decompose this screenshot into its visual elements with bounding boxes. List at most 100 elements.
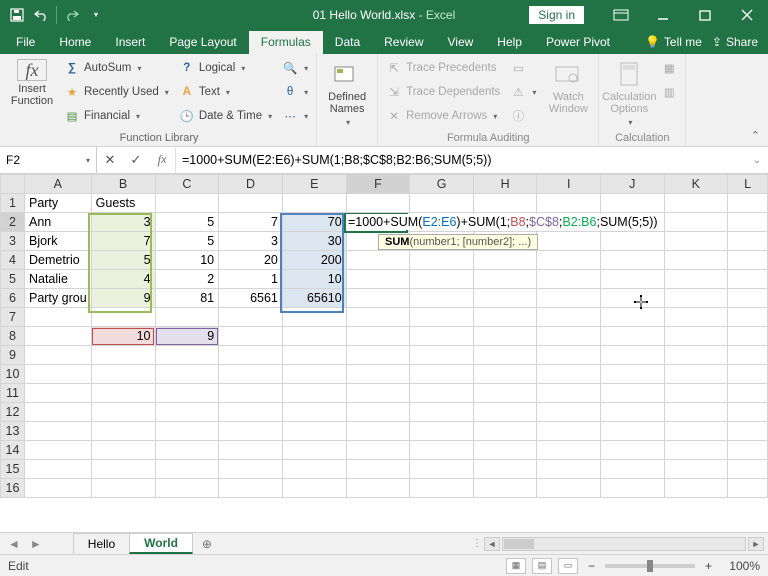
lookup-button[interactable]: 🔍▾ [280, 57, 310, 79]
tell-me-button[interactable]: 💡Tell me [645, 35, 702, 49]
view-page-break-button[interactable]: ▭ [558, 558, 578, 574]
minimize-button[interactable] [642, 0, 684, 29]
scroll-right-button[interactable]: ► [748, 537, 764, 551]
qat-customize-button[interactable]: ▾ [85, 4, 107, 26]
row-header[interactable]: 4 [1, 251, 25, 270]
close-button[interactable] [726, 0, 768, 29]
row-header[interactable]: 15 [1, 460, 25, 479]
row-header[interactable]: 8 [1, 327, 25, 346]
calc-now-button: ▦ [659, 57, 679, 79]
expand-formula-bar-button[interactable]: ⌄ [748, 151, 766, 169]
insert-function-button[interactable]: fx Insert Function [8, 57, 56, 127]
row-header[interactable]: 9 [1, 346, 25, 365]
sheet-nav-prev-icon[interactable]: ◄ [8, 537, 20, 551]
row-header[interactable]: 6 [1, 289, 25, 308]
group-label-calculation: Calculation [605, 132, 679, 146]
row-header[interactable]: 5 [1, 270, 25, 289]
tab-file[interactable]: File [4, 31, 47, 54]
row-header[interactable]: 13 [1, 422, 25, 441]
cancel-edit-button[interactable]: ✕ [97, 147, 123, 173]
sheet-tab-world[interactable]: World [129, 533, 193, 554]
share-button[interactable]: ⇪Share [712, 35, 758, 49]
insert-function-fx-button[interactable]: fx [149, 147, 175, 173]
col-header[interactable]: I [537, 175, 601, 194]
col-header[interactable]: K [664, 175, 728, 194]
scrollbar-thumb[interactable] [504, 539, 534, 549]
status-bar: Edit ▦ ▤ ▭ − + 100% [0, 554, 768, 576]
row-header[interactable]: 12 [1, 403, 25, 422]
zoom-level[interactable]: 100% [722, 559, 760, 573]
date-time-button[interactable]: 🕒Date & Time▾ [177, 105, 274, 127]
more-functions-button[interactable]: ⋯▾ [280, 105, 310, 127]
formula-bar: F2▾ ✕ ✓ fx =1000+SUM(E2:E6)+SUM(1;B8;$C$… [0, 147, 768, 174]
col-header[interactable]: C [155, 175, 219, 194]
sign-in-button[interactable]: Sign in [529, 6, 584, 24]
text-button[interactable]: AText▾ [177, 81, 274, 103]
quick-access-toolbar: ▾ [0, 4, 107, 26]
view-normal-button[interactable]: ▦ [506, 558, 526, 574]
zoom-out-button[interactable]: − [584, 559, 599, 573]
namebox-dropdown-icon[interactable]: ▾ [86, 156, 90, 165]
sheet-tab-hello[interactable]: Hello [73, 533, 130, 554]
defined-names-button[interactable]: Defined Names▾ [323, 57, 371, 129]
theta-icon: θ [282, 84, 298, 100]
tab-help[interactable]: Help [485, 31, 534, 54]
row-header[interactable]: 11 [1, 384, 25, 403]
row-header[interactable]: 16 [1, 479, 25, 498]
group-function-library: fx Insert Function ∑AutoSum▾ ★Recently U… [0, 54, 317, 146]
save-button[interactable] [6, 4, 28, 26]
name-tag-icon [332, 59, 362, 89]
sheet-nav-next-icon[interactable]: ► [30, 537, 42, 551]
col-header[interactable]: B [91, 175, 155, 194]
col-header[interactable]: G [410, 175, 474, 194]
redo-button[interactable] [61, 4, 83, 26]
cell-cursor-icon [634, 295, 648, 309]
select-all-button[interactable] [1, 175, 25, 194]
tab-formulas[interactable]: Formulas [249, 31, 323, 54]
autosum-button[interactable]: ∑AutoSum▾ [62, 57, 171, 79]
math-button[interactable]: θ▾ [280, 81, 310, 103]
tab-review[interactable]: Review [372, 31, 435, 54]
col-header[interactable]: E [282, 175, 346, 194]
split-handle-icon[interactable]: ⋮ [472, 538, 482, 549]
financial-button[interactable]: ▤Financial▾ [62, 105, 171, 127]
tab-insert[interactable]: Insert [103, 31, 157, 54]
zoom-slider[interactable] [605, 564, 695, 568]
undo-button[interactable] [30, 4, 52, 26]
tab-data[interactable]: Data [323, 31, 372, 54]
tab-page-layout[interactable]: Page Layout [157, 31, 248, 54]
name-box[interactable]: F2▾ [0, 147, 97, 173]
col-header[interactable]: H [473, 175, 537, 194]
ribbon-options-button[interactable] [600, 0, 642, 29]
scroll-left-button[interactable]: ◄ [484, 537, 500, 551]
row-header[interactable]: 3 [1, 232, 25, 251]
col-header[interactable]: L [728, 175, 768, 194]
logical-button[interactable]: ?Logical▾ [177, 57, 274, 79]
row-header[interactable]: 1 [1, 194, 25, 213]
worksheet-grid[interactable]: A B C D E F G H I J K L 1PartyGuests 2An… [0, 174, 768, 532]
row-header[interactable]: 2 [1, 213, 25, 232]
col-header[interactable]: F [346, 175, 410, 194]
col-header[interactable]: J [600, 175, 664, 194]
col-header[interactable]: D [219, 175, 283, 194]
tab-view[interactable]: View [436, 31, 486, 54]
inplace-formula-editor[interactable]: =1000+SUM(E2:E6)+SUM(1;B8;$C$8;B2:B6;SUM… [346, 214, 660, 230]
question-icon: ? [179, 60, 195, 76]
maximize-button[interactable] [684, 0, 726, 29]
row-header[interactable]: 14 [1, 441, 25, 460]
confirm-edit-button[interactable]: ✓ [123, 147, 149, 173]
col-header[interactable]: A [24, 175, 91, 194]
tab-power-pivot[interactable]: Power Pivot [534, 31, 622, 54]
zoom-in-button[interactable]: + [701, 559, 716, 573]
fx-icon: fx [17, 59, 47, 81]
add-sheet-button[interactable]: ⊕ [193, 533, 221, 554]
tab-home[interactable]: Home [47, 31, 103, 54]
calculator-icon [614, 59, 644, 89]
row-header[interactable]: 10 [1, 365, 25, 384]
collapse-ribbon-button[interactable]: ⌃ [747, 127, 764, 144]
row-header[interactable]: 7 [1, 308, 25, 327]
formula-input[interactable]: =1000+SUM(E2:E6)+SUM(1;B8;$C$8;B2:B6;SUM… [176, 147, 768, 173]
view-page-layout-button[interactable]: ▤ [532, 558, 552, 574]
recently-used-button[interactable]: ★Recently Used▾ [62, 81, 171, 103]
horizontal-scrollbar[interactable] [502, 537, 746, 551]
